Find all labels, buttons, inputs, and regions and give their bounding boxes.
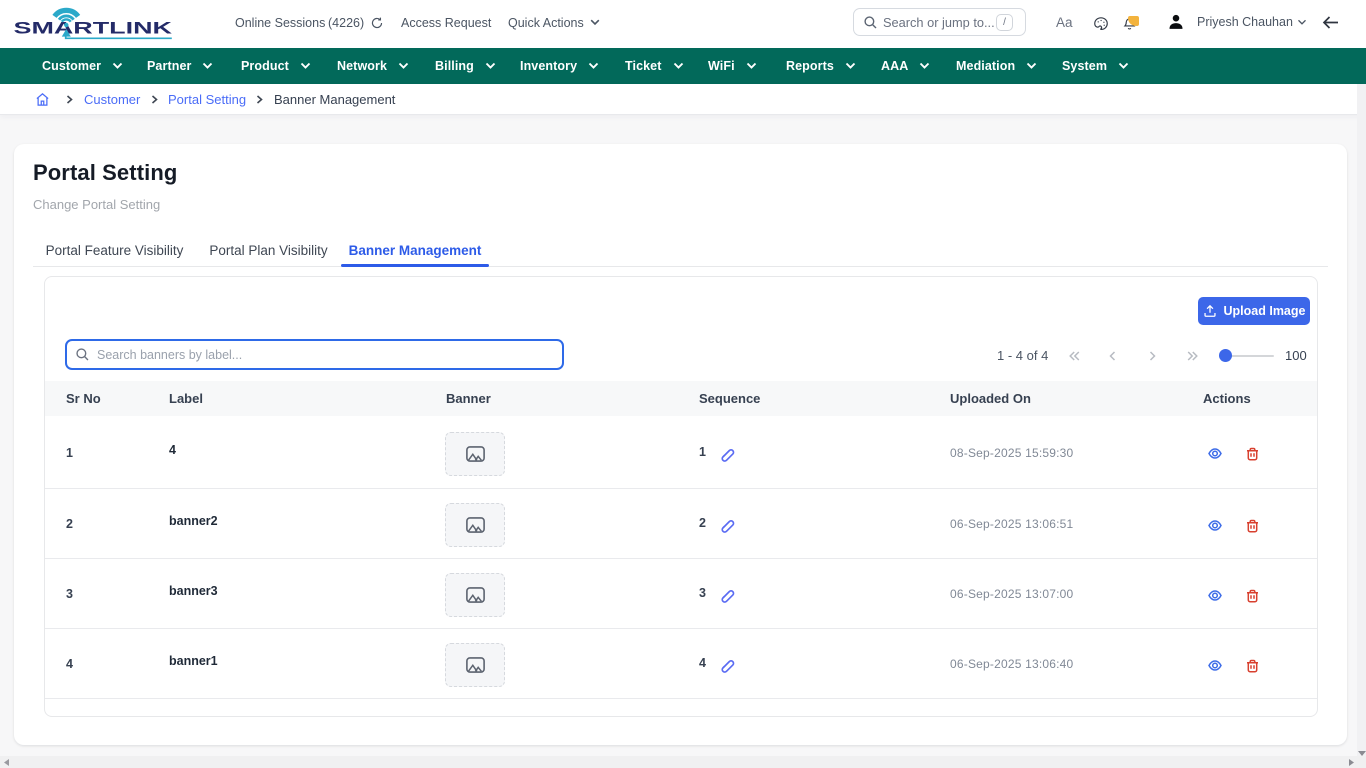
- svg-text:SMARTLINK: SMARTLINK: [14, 20, 173, 38]
